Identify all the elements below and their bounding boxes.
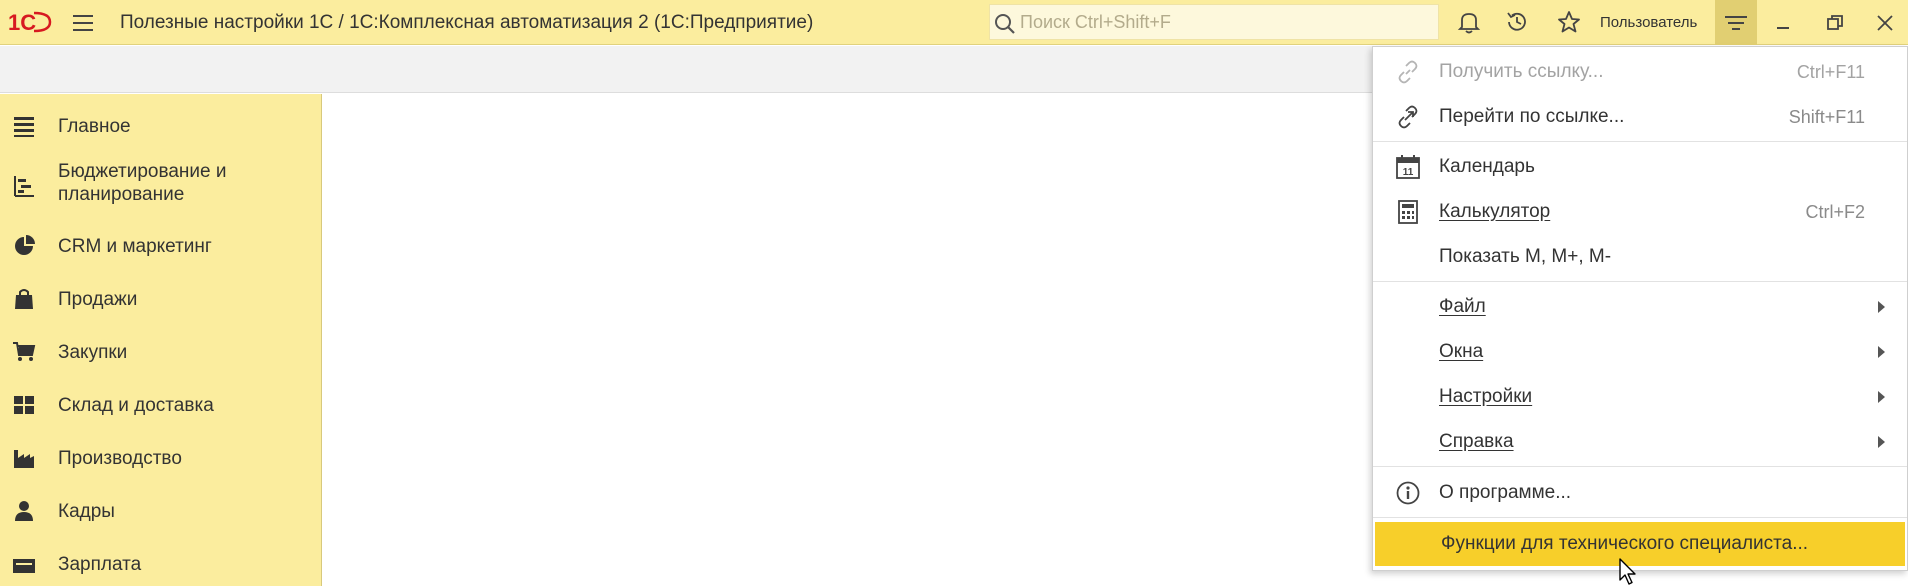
restore-icon[interactable] (1822, 10, 1848, 36)
menu-item-shortcut: Ctrl+F2 (1805, 202, 1865, 222)
bell-icon[interactable] (1456, 9, 1482, 35)
hamburger-icon[interactable] (70, 10, 96, 36)
menu-item-calendar[interactable]: 11 Календарь (1373, 145, 1907, 189)
minimize-icon[interactable] (1770, 10, 1796, 36)
main-menu-dropdown: Получить ссылку... Ctrl+F11 Перейти по с… (1372, 46, 1908, 571)
app-logo[interactable]: 1С (6, 9, 52, 35)
shopping-bag-icon (15, 289, 33, 309)
factory-icon (14, 450, 34, 468)
menu-item-follow-link[interactable]: Перейти по ссылке... Shift+F11 (1373, 95, 1907, 139)
sidebar-item-label: Кадры (58, 501, 115, 522)
sidebar-item-main[interactable]: Главное (0, 106, 320, 146)
menu-item-label: Справка (1439, 431, 1514, 452)
submenu-arrow-icon (1878, 391, 1885, 403)
calendar-icon: 11 (1396, 155, 1420, 179)
submenu-arrow-icon (1878, 301, 1885, 313)
menu-item-shortcut: Ctrl+F11 (1796, 62, 1865, 82)
search-input[interactable] (1020, 9, 1430, 35)
sidebar-item-production[interactable]: Производство (0, 438, 320, 478)
menu-item-tech-functions[interactable]: Функции для технического специалиста... (1375, 522, 1905, 566)
sidebar-item-label: Главное (58, 116, 131, 137)
menu-item-label: О программе... (1439, 482, 1572, 503)
logo-text: 1С (8, 10, 36, 35)
sidebar-item-crm[interactable]: CRM и маркетинг (0, 226, 320, 266)
sidebar-item-purchases[interactable]: Закупки (0, 332, 320, 372)
mouse-cursor-icon (1619, 558, 1636, 585)
sidebar-item-payroll[interactable]: Зарплата (0, 544, 320, 584)
menu-item-label: Функции для технического специалиста... (1441, 533, 1809, 554)
pie-chart-icon (15, 235, 35, 255)
menu-separator (1373, 517, 1907, 518)
sidebar-item-label: CRM и маркетинг (58, 236, 212, 257)
main-menu-button[interactable] (1715, 0, 1757, 45)
history-icon[interactable] (1504, 9, 1530, 35)
menu-item-about[interactable]: О программе... (1373, 471, 1907, 515)
menu-item-label: Калькулятор (1439, 201, 1551, 222)
sidebar-item-label: Производство (58, 448, 182, 469)
sidebar: Главное Бюджетирование и планирование CR… (0, 94, 322, 586)
star-icon[interactable] (1556, 9, 1582, 35)
user-name[interactable]: Пользователь (1600, 14, 1697, 31)
menu-separator (1373, 141, 1907, 142)
menu-item-label: Файл (1439, 296, 1486, 317)
main-menu-icon (1725, 16, 1747, 30)
sidebar-item-label: Продажи (58, 289, 138, 310)
menu-item-shortcut: Shift+F11 (1788, 107, 1865, 127)
menu-item-label: Показать M, M+, M- (1439, 246, 1612, 267)
info-icon (1396, 481, 1420, 505)
menu-item-windows[interactable]: Окна (1373, 330, 1907, 374)
calendar-day: 11 (1403, 167, 1414, 178)
menu-item-calculator[interactable]: Калькулятор Ctrl+F2 (1373, 190, 1907, 234)
follow-link-icon (1398, 105, 1418, 129)
sidebar-item-label: Зарплата (58, 554, 142, 575)
title-bar: 1С Полезные настройки 1С / 1С:Комплексна… (0, 0, 1908, 45)
person-icon (15, 501, 33, 521)
money-icon (13, 559, 35, 573)
link-icon (1398, 60, 1418, 84)
menu-item-label: Получить ссылку... (1439, 61, 1604, 82)
menu-item-help[interactable]: Справка (1373, 420, 1907, 464)
sidebar-item-warehouse[interactable]: Склад и доставка (0, 385, 320, 425)
search-icon (995, 14, 1015, 34)
menu-item-label: Перейти по ссылке... (1439, 106, 1625, 127)
menu-separator (1373, 281, 1907, 282)
sidebar-item-budgeting[interactable]: Бюджетирование и планирование (0, 156, 320, 212)
menu-item-label: Окна (1439, 341, 1484, 362)
close-icon[interactable] (1872, 10, 1898, 36)
calculator-icon (1398, 200, 1418, 224)
search-box[interactable] (989, 4, 1439, 40)
submenu-arrow-icon (1878, 346, 1885, 358)
budget-icon (14, 176, 34, 197)
sidebar-item-label: Склад и доставка (58, 395, 214, 416)
menu-separator (1373, 466, 1907, 467)
menu-item-get-link[interactable]: Получить ссылку... Ctrl+F11 (1373, 50, 1907, 94)
sidebar-item-hr[interactable]: Кадры (0, 491, 320, 531)
submenu-arrow-icon (1878, 436, 1885, 448)
warehouse-icon (14, 396, 34, 414)
sidebar-item-sales[interactable]: Продажи (0, 279, 320, 319)
list-icon (14, 117, 34, 137)
menu-item-settings[interactable]: Настройки (1373, 375, 1907, 419)
window-title: Полезные настройки 1С / 1С:Комплексная а… (120, 12, 814, 33)
sidebar-item-label: Закупки (58, 342, 128, 363)
menu-item-show-memory[interactable]: Показать M, M+, M- (1373, 235, 1907, 279)
menu-item-file[interactable]: Файл (1373, 285, 1907, 329)
cart-icon (13, 342, 36, 361)
menu-item-label: Календарь (1439, 156, 1535, 177)
sidebar-item-label: Бюджетирование и планирование (58, 161, 227, 205)
menu-item-label: Настройки (1439, 386, 1533, 407)
